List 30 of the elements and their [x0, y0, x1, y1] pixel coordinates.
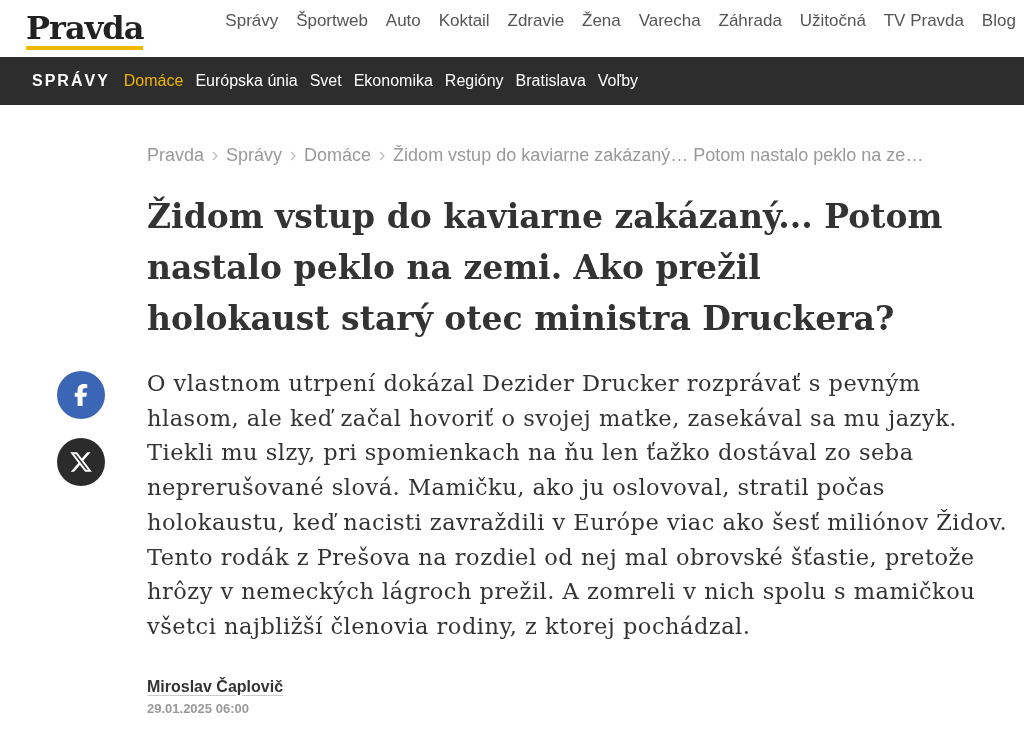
- chevron-icon: [290, 150, 297, 161]
- nav-link[interactable]: Koktail: [438, 10, 490, 31]
- nav-link[interactable]: Auto: [385, 10, 421, 31]
- section-link[interactable]: Svet: [309, 72, 342, 90]
- nav-link[interactable]: Blog: [981, 10, 1016, 31]
- nav-link[interactable]: Športweb: [296, 10, 368, 31]
- publish-date: 29.01.2025 06:00: [147, 700, 249, 716]
- section-link[interactable]: Voľby: [597, 72, 639, 90]
- logo[interactable]: Pravda: [26, 11, 144, 50]
- x-share-button[interactable]: [57, 438, 105, 486]
- author-link[interactable]: Miroslav Čaplovič: [147, 677, 284, 696]
- nav-link[interactable]: Užitočná: [799, 10, 866, 31]
- nav-link[interactable]: Správy: [225, 10, 279, 31]
- nav-link[interactable]: TV Pravda: [883, 10, 964, 31]
- nav-link[interactable]: Záhrada: [718, 10, 782, 31]
- article-headline: Židom vstup do kaviarne zakázaný... Potom nastalo peklo na zemi. Ako prežil holokaust starý otec ministra Druckera?: [147, 195, 944, 340]
- nav-link[interactable]: Varecha: [638, 10, 701, 31]
- section-link[interactable]: Regióny: [444, 72, 504, 90]
- nav-link[interactable]: Žena: [582, 10, 621, 31]
- section-link[interactable]: Bratislava: [515, 72, 586, 90]
- section-title: SPRÁVY: [32, 72, 110, 90]
- section-link[interactable]: Ekonomika: [353, 72, 433, 90]
- x-logo-icon: [69, 450, 93, 474]
- nav-link[interactable]: Zdravie: [507, 10, 565, 31]
- article-perex: O vlastnom utrpení dokázal Dezider Drucker rozprávať s pevným hlasom, ale keď začal hovoriť o svojej matke, zasekával sa mu jazyk. Tiekli mu slzy, pri spomienkach na ňu len ťažko dostával zo seba neprerušované slová. Mamičku, ako ju oslovoval, stratil počas holokaustu, keď nacisti zavraždili v Európe viac ako šesť miliónov Židov. Tento rodák z Prešova na rozdiel od nej mal obrovské šťastie, pretože hrôzy v nemeckých lágroch prežil. A zomreli v nich spolu s mamičkou všetci najbližší členovia rodiny, z ktorej pochádzal.: [147, 369, 1009, 641]
- section-link[interactable]: Domáce: [123, 72, 184, 90]
- facebook-share-button[interactable]: [57, 371, 105, 419]
- chevron-icon: [379, 150, 386, 161]
- chevron-icon: [212, 150, 219, 161]
- section-link[interactable]: Európska únia: [195, 72, 298, 90]
